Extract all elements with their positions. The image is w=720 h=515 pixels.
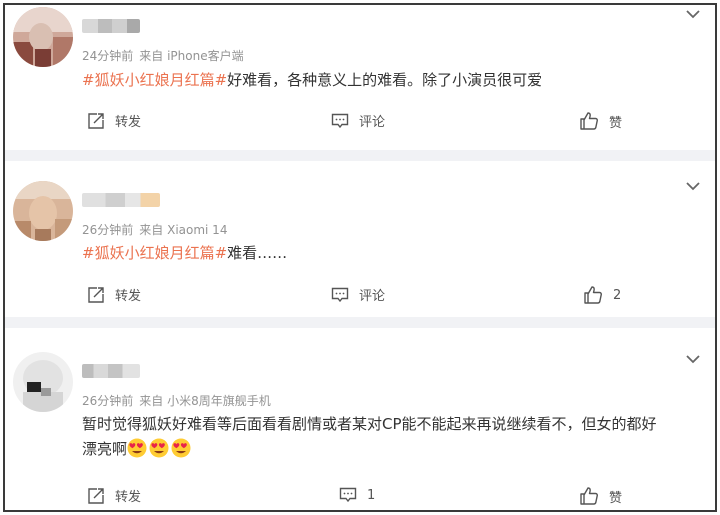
heart-eyes-emoji-icon <box>171 438 191 458</box>
avatar[interactable] <box>13 352 73 412</box>
repost-icon <box>88 112 104 129</box>
repost-button[interactable]: 转发 <box>87 486 141 505</box>
post-meta: 26分钟前 来自 Xiaomi 14 <box>82 221 233 238</box>
comment-button[interactable]: 评论 <box>331 111 385 130</box>
post-text: 好难看，各种意义上的难看。除了小演员很可爱 <box>227 71 543 89</box>
like-label: 赞 <box>609 490 623 506</box>
comment-icon <box>331 113 349 128</box>
comment-icon <box>339 487 357 503</box>
heart-eyes-emoji-icon <box>149 438 169 458</box>
post-time: 24分钟前 <box>82 49 134 63</box>
post-text-line-2-text: 漂亮啊 <box>82 440 128 458</box>
repost-button[interactable]: 转发 <box>87 285 141 304</box>
username-blurred[interactable] <box>82 19 140 33</box>
post-3: 26分钟前 来自 小米8周年旗舰手机 暂时觉得狐妖好难看等后面看看剧情或者某对CP… <box>5 328 715 510</box>
like-label: 赞 <box>609 115 623 131</box>
post-meta: 26分钟前 来自 小米8周年旗舰手机 <box>82 392 277 409</box>
like-button[interactable]: 赞 <box>579 111 622 131</box>
username-blurred[interactable] <box>82 193 160 207</box>
topic-tag[interactable]: #狐妖小红娘月红篇# <box>82 71 227 89</box>
separator <box>5 150 715 161</box>
chevron-down-icon[interactable] <box>685 181 701 191</box>
comment-icon <box>331 287 349 302</box>
post-content: 暂时觉得狐妖好难看等后面看看剧情或者某对CP能不能起来再说继续看不，但女的都好 … <box>82 412 657 462</box>
comment-label: 评论 <box>359 115 386 130</box>
post-text: 难看…… <box>227 244 288 262</box>
like-button[interactable]: 2 <box>583 285 621 305</box>
post-time: 26分钟前 <box>82 394 134 408</box>
post-2: 26分钟前 来自 Xiaomi 14 #狐妖小红娘月红篇#难看…… 转发 评论 2 <box>5 161 715 317</box>
avatar[interactable] <box>13 181 73 241</box>
like-icon <box>580 487 598 505</box>
like-count: 2 <box>613 287 622 303</box>
post-text-line-1: 暂时觉得狐妖好难看等后面看看剧情或者某对CP能不能起来再说继续看不，但女的都好 <box>82 415 657 433</box>
comment-button[interactable]: 评论 <box>331 285 385 304</box>
post-time: 26分钟前 <box>82 223 134 237</box>
chevron-down-icon[interactable] <box>685 354 701 364</box>
repost-label: 转发 <box>115 115 142 130</box>
comment-count: 1 <box>367 487 376 503</box>
chevron-down-icon[interactable] <box>685 9 701 19</box>
like-button[interactable]: 赞 <box>579 486 622 506</box>
post-meta: 24分钟前 来自 iPhone客户端 <box>82 47 250 64</box>
topic-tag[interactable]: #狐妖小红娘月红篇# <box>82 244 227 262</box>
repost-label: 转发 <box>115 289 142 304</box>
weibo-comment-feed: 24分钟前 来自 iPhone客户端 #狐妖小红娘月红篇#好难看，各种意义上的难看… <box>3 3 717 512</box>
post-source: 来自 小米8周年旗舰手机 <box>139 394 271 408</box>
post-1: 24分钟前 来自 iPhone客户端 #狐妖小红娘月红篇#好难看，各种意义上的难看… <box>5 5 715 145</box>
avatar[interactable] <box>13 7 73 67</box>
separator <box>5 317 715 328</box>
repost-label: 转发 <box>115 490 142 505</box>
repost-button[interactable]: 转发 <box>87 111 141 130</box>
repost-icon <box>88 487 104 504</box>
comment-button[interactable]: 1 <box>339 486 375 504</box>
post-source: 来自 Xiaomi 14 <box>139 223 228 237</box>
post-content: #狐妖小红娘月红篇#难看…… <box>82 241 287 266</box>
heart-eyes-emoji-icon <box>127 438 147 458</box>
username-blurred[interactable] <box>82 364 140 378</box>
like-icon <box>584 286 602 304</box>
like-icon <box>580 112 598 130</box>
post-text-line-2: 漂亮啊 <box>82 437 657 462</box>
repost-icon <box>88 286 104 303</box>
post-content: #狐妖小红娘月红篇#好难看，各种意义上的难看。除了小演员很可爱 <box>82 68 542 93</box>
comment-label: 评论 <box>359 289 386 304</box>
post-source: 来自 iPhone客户端 <box>139 49 244 63</box>
